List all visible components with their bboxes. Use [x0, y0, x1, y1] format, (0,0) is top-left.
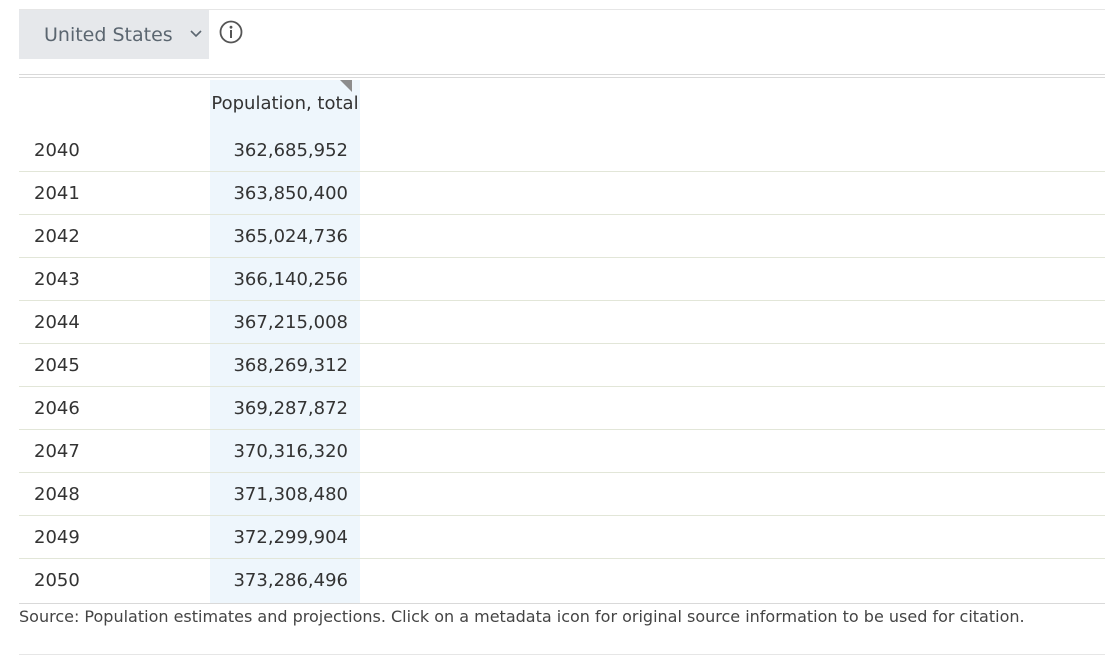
metadata-corner-marker[interactable]	[340, 80, 352, 92]
table-row: 2043 366,140,256	[19, 258, 1105, 301]
footer-divider	[19, 654, 1105, 655]
table-top-border-inner	[19, 77, 1105, 78]
table-row: 2042 365,024,736	[19, 215, 1105, 258]
row-year: 2046	[34, 398, 80, 419]
row-year: 2040	[34, 142, 80, 161]
table-row: 2045 368,269,312	[19, 344, 1105, 387]
row-year: 2042	[34, 226, 80, 247]
table-row: 2041 363,850,400	[19, 172, 1105, 215]
row-population-value: 367,215,008	[233, 312, 348, 333]
row-population-value: 370,316,320	[233, 441, 348, 462]
row-population-value: 371,308,480	[233, 484, 348, 505]
table-row: 2048 371,308,480	[19, 473, 1105, 516]
row-population-value: 366,140,256	[233, 269, 348, 290]
row-year: 2044	[34, 312, 80, 333]
table-row: 2050 373,286,496	[19, 559, 1105, 602]
row-year: 2047	[34, 441, 80, 462]
country-select-value: United States	[44, 23, 173, 46]
table-row: 2040 362,685,952	[19, 142, 1105, 172]
chevron-down-icon	[190, 30, 202, 38]
table-body[interactable]: 2040 362,685,952 2041 363,850,400 2042 365,02…	[19, 142, 1105, 603]
table-bottom-border	[19, 603, 1105, 604]
row-year: 2043	[34, 269, 80, 290]
row-population-value: 362,685,952	[233, 142, 348, 161]
table-top-border	[19, 74, 1105, 75]
row-population-value: 363,850,400	[233, 183, 348, 204]
source-note: Source: Population estimates and project…	[19, 607, 1025, 626]
row-population-value: 373,286,496	[233, 570, 348, 591]
column-header-population[interactable]: Population, total	[210, 80, 360, 142]
table-rows: 2040 362,685,952 2041 363,850,400 2042 365,02…	[19, 142, 1105, 602]
row-year: 2050	[34, 570, 80, 591]
table-row: 2044 367,215,008	[19, 301, 1105, 344]
row-year: 2041	[34, 183, 80, 204]
table-row: 2047 370,316,320	[19, 430, 1105, 473]
row-population-value: 372,299,904	[233, 527, 348, 548]
row-year: 2049	[34, 527, 80, 548]
row-population-value: 365,024,736	[233, 226, 348, 247]
country-select[interactable]: United States	[19, 10, 209, 59]
table-row: 2049 372,299,904	[19, 516, 1105, 559]
row-population-value: 369,287,872	[233, 398, 348, 419]
table-row: 2046 369,287,872	[19, 387, 1105, 430]
row-year: 2045	[34, 355, 80, 376]
row-year: 2048	[34, 484, 80, 505]
info-icon[interactable]	[218, 19, 244, 45]
row-population-value: 368,269,312	[233, 355, 348, 376]
column-header-label: Population, total	[211, 93, 359, 114]
